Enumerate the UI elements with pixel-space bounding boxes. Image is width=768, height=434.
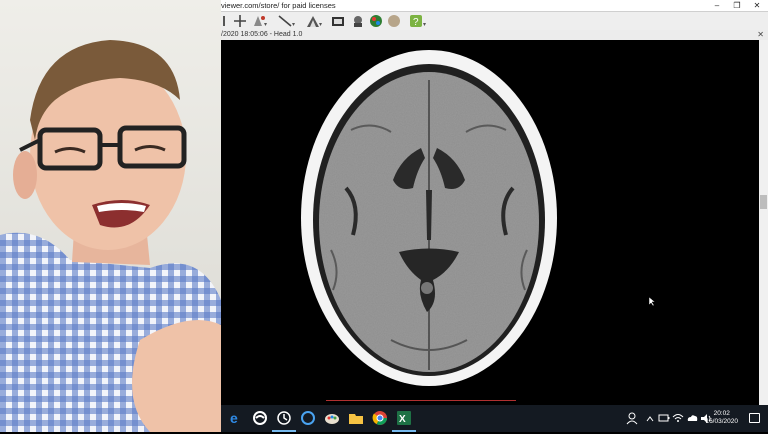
battery-icon[interactable] [658,405,670,432]
minimize-button[interactable]: – [708,0,726,11]
svg-text:e: e [230,410,238,426]
close-series-button[interactable]: ✕ [757,30,764,40]
people-icon[interactable] [626,405,638,432]
svg-text:▾: ▾ [292,22,295,28]
3d-render-icon[interactable]: ▾ [305,14,323,28]
series-info-bar: /2020 18:05:06 - Head 1.0 ✕ [221,30,768,40]
scale-marker [326,400,516,401]
svg-text:▾: ▾ [319,22,322,28]
ct-head-slice [301,50,557,386]
svg-text:▾: ▾ [264,22,267,28]
webcam-feed [0,0,221,432]
clock-date: 16/03/2020 [705,418,738,425]
series-info-text: /2020 18:05:06 - Head 1.0 [221,31,303,38]
anonymize-icon[interactable] [351,14,365,28]
presenter-video [0,40,221,432]
svg-text:X: X [399,414,406,425]
chrome-icon[interactable] [372,410,388,426]
export-icon[interactable] [331,14,345,28]
excel-icon[interactable]: X [392,410,416,432]
color-lut-icon[interactable] [369,14,383,28]
app-swirl-icon[interactable] [252,410,268,426]
svg-text:▾: ▾ [423,22,426,28]
dicom-viewer-window: viewer.com/store/ for paid licenses – ❐ … [221,0,768,405]
window-level-icon[interactable]: ▾ [251,14,267,28]
help-icon[interactable]: ? ▾ [409,14,429,28]
edge-icon[interactable]: e [228,410,244,426]
file-explorer-icon[interactable] [348,410,364,426]
toolbar: ▾ ▾ ▾ ? ▾ [221,12,768,31]
crosshair-icon[interactable] [233,14,247,28]
title-bar: viewer.com/store/ for paid licenses – ❐ … [221,0,768,12]
vertical-scrollbar[interactable] [759,40,768,405]
system-clock[interactable]: 20:02 16/03/2020 [705,410,738,426]
chevron-up-icon[interactable] [645,405,655,432]
onedrive-icon[interactable] [686,405,698,432]
window-title: viewer.com/store/ for paid licenses [221,1,336,10]
wifi-icon[interactable] [672,405,684,432]
scrollbar-thumb[interactable] [760,195,767,209]
close-button[interactable]: ✕ [748,0,766,11]
mouse-cursor [649,297,655,306]
cortana-icon[interactable] [300,410,316,426]
select-icon[interactable] [221,14,229,28]
sphere-icon[interactable] [387,14,401,28]
clock-app-icon[interactable] [272,410,296,432]
clock-time: 20:02 [713,410,730,417]
measure-line-icon[interactable]: ▾ [277,14,297,28]
windows-taskbar: e X 20:02 16/03/2020 [221,405,768,432]
paint-icon[interactable] [324,410,340,426]
maximize-button[interactable]: ❐ [728,0,746,11]
image-viewport[interactable] [221,40,759,405]
svg-text:?: ? [413,17,419,28]
notification-center-icon[interactable] [749,413,760,423]
